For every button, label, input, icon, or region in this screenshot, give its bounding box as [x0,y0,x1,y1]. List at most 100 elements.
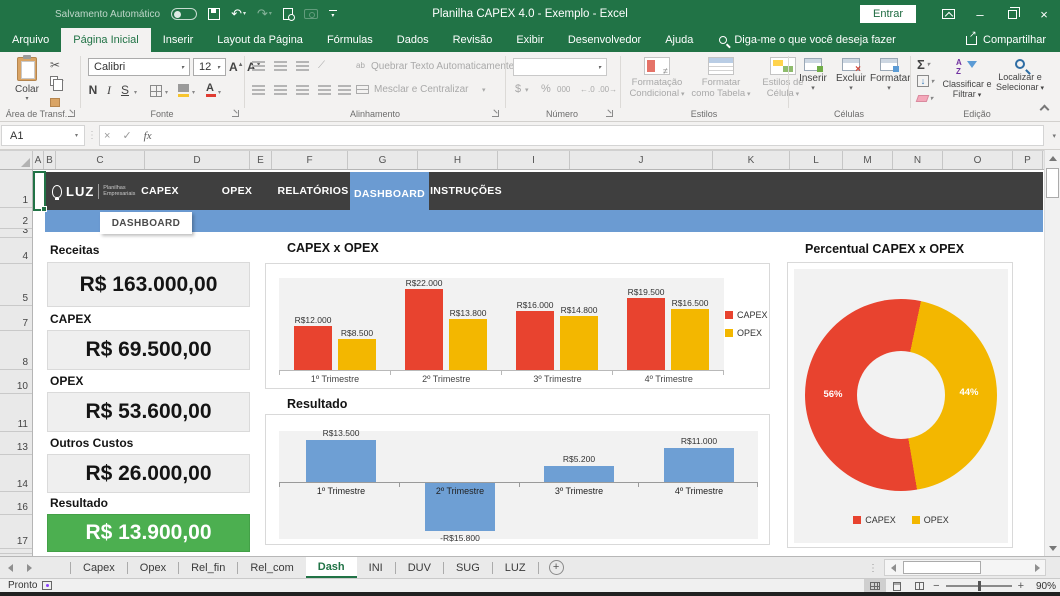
nav-item-instrucoes[interactable]: INSTRUÇÕES [430,172,502,210]
cancel-icon[interactable]: × [104,130,110,142]
paste-button[interactable]: Colar ▾ [10,57,44,102]
sort-filter-button[interactable]: AZ Classificar e Filtrar ▾ [942,58,992,101]
font-color-icon[interactable]: A [206,82,214,94]
column-header-N[interactable]: N [893,151,943,169]
italic-button[interactable]: I [102,83,116,98]
fill-color-dropdown-icon[interactable]: ▾ [192,89,195,96]
zoom-slider[interactable] [946,585,1012,587]
menu-tab-revisao[interactable]: Revisão [441,28,505,52]
column-header-I[interactable]: I [498,151,570,169]
underline-button[interactable]: S [118,83,132,97]
metric-value-resultado[interactable]: R$ 13.900,00 [47,514,250,552]
sheet-tab-duv[interactable]: DUV [396,557,443,578]
select-all-corner[interactable] [0,151,33,169]
worksheet[interactable]: 123457810111314161718 LUZ PlanilhasEmpre… [0,170,1044,556]
row-header-3[interactable]: 3 [0,229,32,238]
metric-value-receitas[interactable]: R$ 163.000,00 [47,262,250,307]
scroll-down-icon[interactable] [1045,540,1060,556]
minimize-button[interactable]: – [964,0,996,28]
row-header-1[interactable]: 1 [0,170,32,208]
print-preview-icon[interactable] [283,8,293,20]
row-header-5[interactable]: 5 [0,264,32,306]
sheet-tab-dash[interactable]: Dash [306,557,357,578]
row-header-18[interactable]: 18 [0,549,32,554]
delete-cells-button[interactable]: Excluir ▾ [832,58,870,92]
scroll-right-icon[interactable] [1029,564,1045,572]
scrollbar-thumb[interactable] [1046,168,1059,198]
vertical-scrollbar[interactable] [1044,150,1060,556]
nav-item-capex[interactable]: CAPEX [141,172,179,210]
new-sheet-button[interactable]: + [549,560,564,575]
record-macro-icon[interactable] [42,581,52,590]
format-cells-button[interactable]: Formatar ▾ [870,58,908,92]
ribbon-display-options-icon[interactable] [932,0,964,28]
row-header-16[interactable]: 16 [0,492,32,515]
sheet-tab-sug[interactable]: SUG [444,557,492,578]
column-header-D[interactable]: D [145,151,250,169]
expand-formula-bar-icon[interactable]: ▾ [1052,132,1056,140]
increase-font-size-icon[interactable]: A▲ [229,60,244,74]
column-header-O[interactable]: O [943,151,1013,169]
tab-scroll-right-icon[interactable] [21,557,38,578]
tab-splitter-handle[interactable]: ⋮ [868,557,878,579]
menu-tab-ajuda[interactable]: Ajuda [653,28,705,52]
borders-dropdown-icon[interactable]: ▾ [165,89,168,96]
column-header-C[interactable]: C [56,151,145,169]
tell-me-search[interactable]: Diga-me o que você deseja fazer [719,28,895,52]
menu-tab-layout-da-pagina[interactable]: Layout da Página [205,28,315,52]
redo-button[interactable]: ↷▾ [257,5,272,23]
scrollbar-thumb[interactable] [903,561,981,574]
sheet-tab-capex[interactable]: Capex [71,557,127,578]
zoom-level[interactable]: 90% [1030,581,1056,592]
format-painter-button[interactable] [50,98,60,107]
nav-item-relatorios[interactable]: RELATÓRIOS [277,172,348,210]
sheet-tab-luz[interactable]: LUZ [493,557,538,578]
row-header-11[interactable]: 11 [0,394,32,432]
row-header-10[interactable]: 10 [0,370,32,394]
normal-view-button[interactable] [864,579,886,593]
sheet-tab-rel-com[interactable]: Rel_com [238,557,305,578]
zoom-slider-thumb[interactable] [978,581,981,591]
find-select-button[interactable]: Localizar e Selecionar ▾ [994,58,1046,94]
column-header-B[interactable]: B [44,151,56,169]
resultado-chart[interactable]: R$13.500-R$15.800R$5.200R$11.0001º Trime… [265,414,770,545]
zoom-in-icon[interactable]: + [1018,580,1024,592]
column-header-L[interactable]: L [790,151,843,169]
metric-value-opex[interactable]: R$ 53.600,00 [47,392,250,432]
column-header-E[interactable]: E [250,151,272,169]
share-button[interactable]: Compartilhar [966,28,1060,52]
page-layout-view-button[interactable] [886,579,908,593]
row-header-2[interactable]: 2 [0,208,32,229]
row-header-7[interactable]: 7 [0,306,32,331]
column-header-J[interactable]: J [570,151,713,169]
scroll-up-icon[interactable] [1045,150,1060,166]
row-header-4[interactable]: 4 [0,238,32,264]
nav-item-dashboard[interactable]: DASHBOARD [350,172,429,215]
restore-button[interactable] [996,0,1028,28]
formula-input[interactable] [164,125,1044,146]
enter-icon[interactable]: ✓ [122,129,131,142]
borders-icon[interactable] [150,85,162,97]
close-button[interactable]: × [1028,0,1060,28]
underline-dropdown-icon[interactable]: ▾ [134,89,137,96]
scroll-left-icon[interactable] [885,564,901,572]
sign-in-button[interactable]: Entrar [860,5,916,23]
page-break-view-button[interactable] [908,579,930,593]
fill-button[interactable]: ↓▾ [917,75,934,87]
font-size-select[interactable]: 12▾ [193,58,226,76]
row-header-14[interactable]: 14 [0,455,32,492]
copy-button[interactable]: ▾ [50,76,63,86]
menu-tab-inserir[interactable]: Inserir [151,28,206,52]
fill-color-icon[interactable] [178,84,189,92]
insert-function-icon[interactable]: fx [144,130,152,142]
sheet-tab-opex[interactable]: Opex [128,557,178,578]
capex-opex-chart[interactable]: R$12.000R$22.000R$16.000R$19.500R$8.500R… [265,263,770,389]
column-header-P[interactable]: P [1013,151,1043,169]
font-color-dropdown-icon[interactable]: ▾ [218,89,221,96]
row-header-17[interactable]: 17 [0,515,32,549]
bold-button[interactable]: N [86,83,100,97]
column-header-A[interactable]: A [33,151,44,169]
sheet-tab-rel-fin[interactable]: Rel_fin [179,557,237,578]
clear-button[interactable]: ▾ [917,95,933,102]
row-header-8[interactable]: 8 [0,331,32,370]
